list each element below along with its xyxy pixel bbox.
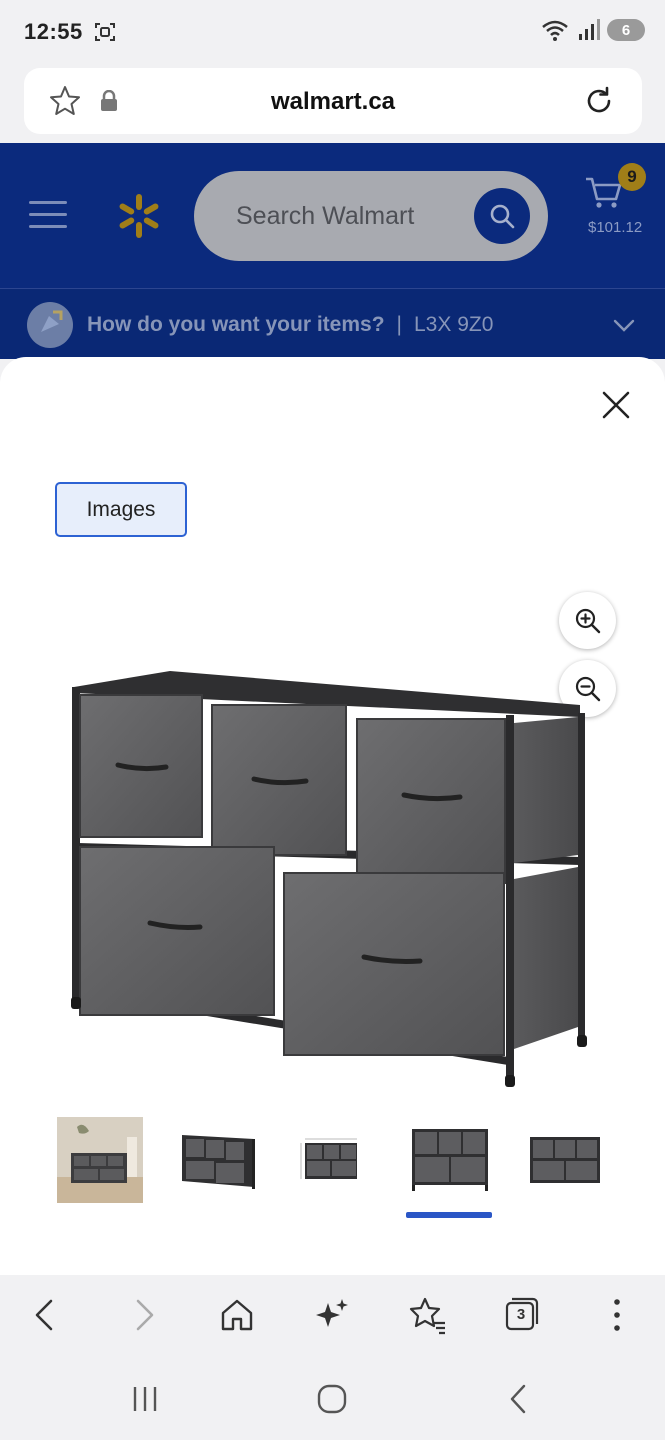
- search-button[interactable]: [474, 188, 530, 244]
- thumbnail-3[interactable]: [299, 1117, 385, 1203]
- bookmarks-icon: [409, 1297, 445, 1335]
- more-button[interactable]: [597, 1295, 637, 1335]
- screen-capture-icon: [95, 23, 115, 41]
- thumbnail-strip: [0, 1117, 665, 1218]
- home-icon: [221, 1299, 253, 1331]
- image-viewer-modal: Images: [0, 357, 665, 1275]
- thumbnail-2[interactable]: [178, 1117, 264, 1203]
- cart-button[interactable]: 9 $101.12: [584, 163, 654, 245]
- status-indicators: 6: [541, 18, 645, 42]
- tabs-count: 3: [516, 1306, 526, 1323]
- tabs-button[interactable]: 3: [502, 1295, 542, 1335]
- delivery-prompt-row[interactable]: How do you want your items? | L3X 9Z0: [87, 313, 493, 337]
- ai-assistant-button[interactable]: [312, 1295, 352, 1335]
- home-button[interactable]: [217, 1295, 257, 1335]
- status-time: 12:55: [24, 19, 83, 44]
- url-text[interactable]: walmart.ca: [24, 88, 642, 116]
- tab-images[interactable]: Images: [55, 482, 187, 537]
- search-icon: [490, 204, 515, 229]
- wifi-icon: [542, 20, 568, 41]
- battery-indicator: 6: [607, 19, 645, 41]
- cart-total: $101.12: [588, 219, 643, 236]
- walmart-spark-icon[interactable]: [114, 191, 164, 241]
- back-button[interactable]: [25, 1295, 65, 1335]
- delivery-bar[interactable]: How do you want your items? | L3X 9Z0: [0, 288, 665, 359]
- location-icon: [27, 302, 73, 348]
- forward-icon: [136, 1299, 154, 1331]
- delivery-prompt: How do you want your items?: [87, 313, 385, 336]
- browser-toolbar: 3: [0, 1275, 665, 1357]
- zoom-in-icon: [575, 608, 601, 634]
- system-navigation: [0, 1357, 665, 1440]
- forward-button[interactable]: [124, 1295, 164, 1335]
- zoom-in-button[interactable]: [559, 592, 616, 649]
- sparkle-icon: [316, 1299, 348, 1327]
- system-back-icon[interactable]: [498, 1381, 538, 1417]
- bookmarks-button[interactable]: [407, 1295, 447, 1335]
- signal-icon: [579, 19, 600, 40]
- thumbnail-1[interactable]: [57, 1117, 143, 1203]
- walmart-header: Search Walmart 9 $101.12: [0, 143, 665, 288]
- chevron-down-icon[interactable]: [613, 315, 635, 335]
- recents-icon[interactable]: [125, 1381, 165, 1417]
- menu-icon[interactable]: [29, 201, 67, 231]
- postal-code: L3X 9Z0: [414, 313, 494, 336]
- back-icon: [35, 1299, 53, 1331]
- selected-thumbnail-indicator: [406, 1212, 492, 1218]
- cart-count-badge: 9: [618, 163, 646, 191]
- thumbnail-5[interactable]: [522, 1117, 608, 1203]
- product-image: [71, 671, 587, 1087]
- reload-icon[interactable]: [582, 84, 616, 118]
- search-input[interactable]: Search Walmart: [194, 171, 548, 261]
- search-placeholder: Search Walmart: [236, 202, 415, 230]
- home-button-icon[interactable]: [312, 1381, 352, 1417]
- delivery-separator: |: [396, 313, 402, 336]
- more-icon: [614, 1299, 620, 1331]
- thumbnail-4[interactable]: [406, 1117, 492, 1203]
- close-icon[interactable]: [598, 387, 634, 423]
- url-bar[interactable]: walmart.ca: [24, 68, 642, 134]
- status-bar: 12:55 6: [0, 0, 665, 62]
